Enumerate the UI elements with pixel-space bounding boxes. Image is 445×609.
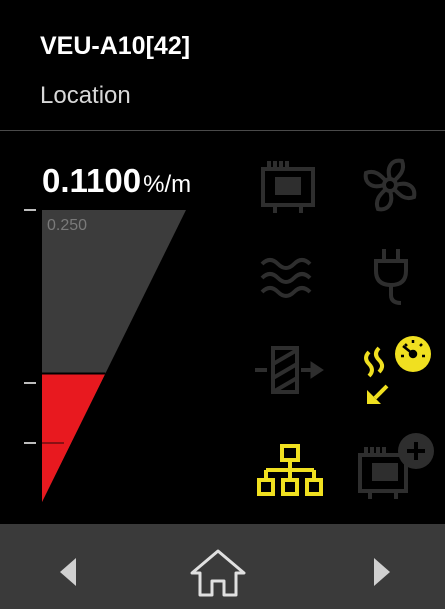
device-name: VEU-A10[42] bbox=[40, 32, 191, 60]
location-subtitle: Location bbox=[40, 82, 131, 109]
filter-flow-icon[interactable] bbox=[253, 340, 325, 400]
triangle-left-icon[interactable] bbox=[56, 556, 80, 588]
triangle-right-icon[interactable] bbox=[370, 556, 394, 588]
footer-nav-bar bbox=[0, 524, 445, 609]
home-icon[interactable] bbox=[188, 547, 248, 599]
fan-icon[interactable] bbox=[358, 153, 422, 217]
reading-value: 0.1100 bbox=[42, 162, 142, 199]
reading-unit: %/m bbox=[143, 171, 192, 198]
heat-waves-icon[interactable] bbox=[258, 252, 312, 302]
network-icon[interactable] bbox=[255, 442, 325, 500]
header: VEU-A10[42] Location bbox=[0, 0, 445, 130]
control-panel-icon[interactable] bbox=[255, 155, 325, 215]
level-gauge bbox=[24, 209, 186, 502]
power-plug-icon[interactable] bbox=[368, 245, 418, 307]
gauge-max-label: 0.250 bbox=[47, 217, 88, 234]
add-module-icon[interactable] bbox=[352, 425, 442, 505]
smoke-detector-gauge-icon[interactable] bbox=[355, 332, 435, 412]
gauge-fill bbox=[42, 373, 106, 502]
reading: 0.1100%/m bbox=[42, 162, 191, 200]
